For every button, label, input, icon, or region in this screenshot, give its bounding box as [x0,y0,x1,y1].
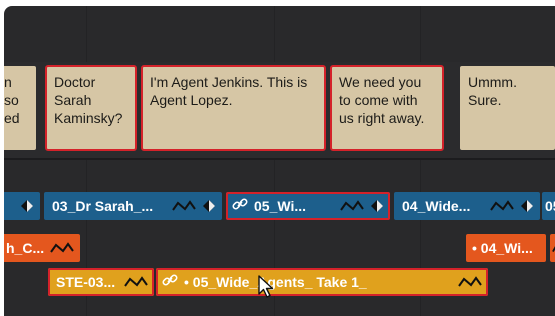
subtitle-text: We need you to come with us right away. [339,74,425,126]
keyframe-diamond-icon [203,200,215,212]
subtitle-text: Doctor Sarah Kaminsky? [54,74,123,126]
keyframe-diamond-icon [21,200,33,212]
curve-icon [458,276,482,287]
clip-markers [20,192,34,220]
clip-markers [458,268,482,296]
subtitle-doctor-sarah[interactable]: Doctor Sarah Kaminsky? [45,65,137,151]
subtitle-ummm-sure[interactable]: Ummm. Sure. [460,66,555,150]
video-clip-05-partial[interactable]: 05 [542,192,555,220]
clip-markers [340,192,384,220]
timeline-panel: n so ed Doctor Sarah Kaminsky? I'm Agent… [4,6,555,316]
clip-label: h_C... [6,240,45,256]
curve-icon [490,200,514,211]
link-icon [232,197,248,215]
video-clip-partial[interactable] [4,192,40,220]
clip-markers [50,234,74,262]
curve-icon [124,276,148,287]
subtitle-partial-left[interactable]: n so ed [4,66,36,150]
curve-icon [172,200,196,211]
curve-icon [50,242,74,253]
audio-clip-05-wide-agents[interactable]: • 05_Wide_Agents_ Take 1_ [156,268,488,296]
clip-label: 03_Dr Sarah_... [52,198,154,214]
keyframe-diamond-icon [521,200,533,212]
track-divider [4,158,555,160]
mouse-pointer-icon [258,275,274,298]
link-icon [162,273,178,291]
audio-clip-04-wide[interactable]: • 04_Wi... [466,234,546,262]
clip-label: STE-03... [56,274,116,290]
clip-markers [172,192,216,220]
subtitle-agent-jenkins[interactable]: I'm Agent Jenkins. This is Agent Lopez. [141,65,326,151]
clip-label: 05_Wi... [254,198,307,214]
audio-clip-left-partial[interactable]: h_C... [4,234,80,262]
subtitle-text: n so ed [4,74,20,126]
clip-label: 05 [545,198,555,214]
clip-label: • 04_Wi... [472,240,533,256]
subtitle-text: Ummm. Sure. [468,74,517,108]
video-clip-05-wide[interactable]: 05_Wi... [226,192,390,220]
clip-markers [124,268,148,296]
audio-clip-ste-03[interactable]: STE-03... [48,268,154,296]
curve-icon [340,200,364,211]
clip-label: 04_Wide... [402,198,471,214]
video-clip-04-wide[interactable]: 04_Wide... [394,192,540,220]
video-clip-03-dr-sarah[interactable]: 03_Dr Sarah_... [44,192,222,220]
subtitle-text: I'm Agent Jenkins. This is Agent Lopez. [150,74,308,108]
clip-markers [490,192,534,220]
keyframe-diamond-icon [371,200,383,212]
subtitle-we-need-you[interactable]: We need you to come with us right away. [330,65,444,151]
audio-clip-right-partial[interactable] [550,234,555,262]
